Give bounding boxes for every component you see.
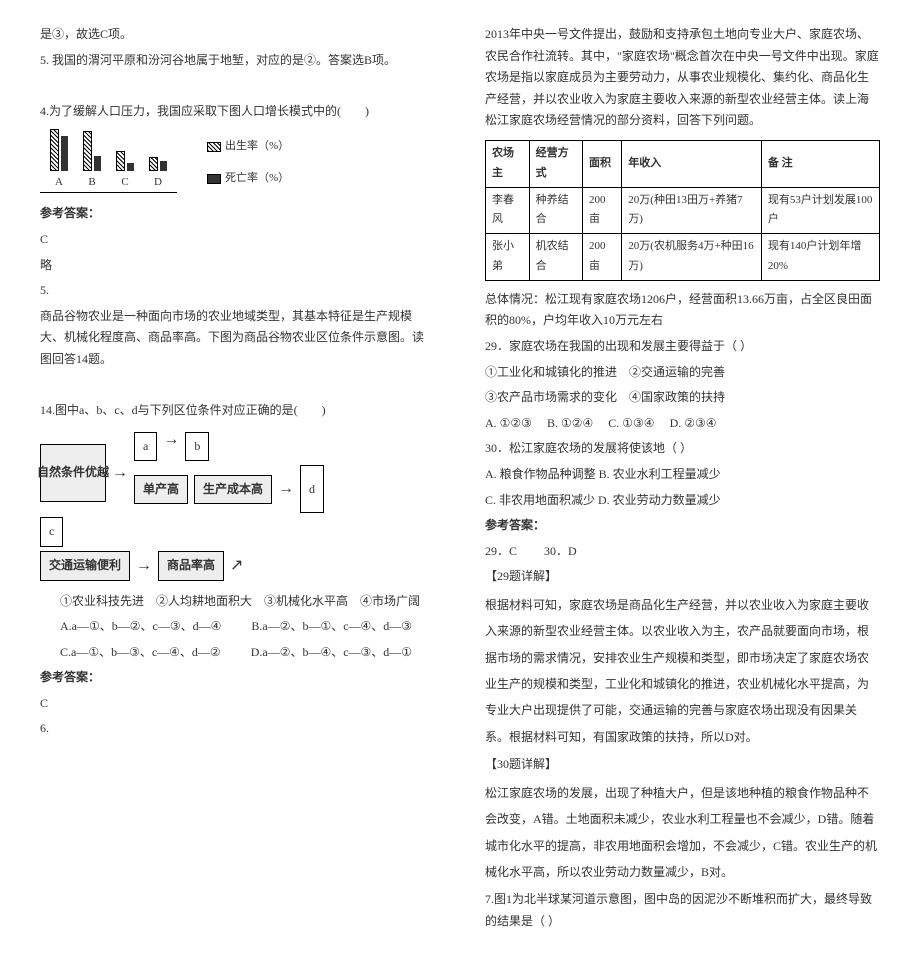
cell: 200亩 <box>582 187 621 234</box>
q14-opt-c: C.a—①、b—③、c—④、d—② <box>60 642 221 664</box>
arrow-icon: → <box>163 432 179 462</box>
bar-label-d: D <box>154 173 162 193</box>
cell: 现有140户计划年增20% <box>761 234 879 281</box>
q14-opt-a: A.a—①、b—②、c—③、d—④ <box>60 616 221 638</box>
ans-30: 30．D <box>544 544 577 558</box>
cell: 20万(农机服务4万+种田16万) <box>622 234 762 281</box>
box-c: c <box>40 517 63 547</box>
chart-legend: 出生率（%） 死亡率（%） <box>207 137 289 189</box>
exp29-text: 根据材料可知，家庭农场是商品化生产经营，并以农业收入为家庭主要收入来源的新型农业… <box>485 592 880 750</box>
exp30-text: 松江家庭农场的发展，出现了种植大户，但是该地种植的粮食作物品种不会改变，A错。土… <box>485 780 880 886</box>
cell: 20万(种田13田万+养猪7万) <box>622 187 762 234</box>
box-commodity: 商品率高 <box>158 551 224 581</box>
cell: 种养结合 <box>529 187 582 234</box>
question-4: 4.为了缓解人口压力，我国应采取下图人口增长模式中的( ) <box>40 101 435 123</box>
th-mode: 经营方式 <box>529 140 582 187</box>
q29-opt-c: C. ①③④ <box>608 416 654 430</box>
q29-opt-b: B. ①②④ <box>547 416 593 430</box>
answer-label-3: 参考答案： <box>485 515 880 537</box>
question-30: 30．松江家庭农场的发展将使该地（ ） <box>485 438 880 460</box>
answers-29-30: 29．C 30．D <box>485 541 880 563</box>
th-note: 备 注 <box>761 140 879 187</box>
arrow-icon: ↗ <box>230 558 243 574</box>
box-cost: 生产成本高 <box>194 475 272 505</box>
bar-label-b: B <box>88 173 95 193</box>
q14-opt-d: D.a—②、b—④、c—③、d—① <box>251 642 412 664</box>
answer-omit: 略 <box>40 255 435 277</box>
answer-14: C <box>40 693 435 715</box>
question-5-text: 商品谷物农业是一种面向市场的农业地域类型，其基本特征是生产规模大、机械化程度高、… <box>40 306 435 371</box>
table-header-row: 农场主 经营方式 面积 年收入 备 注 <box>486 140 880 187</box>
q29-line1: ①工业化和城镇化的推进 ②交通运输的完善 <box>485 362 880 384</box>
question-14: 14.图中a、b、c、d与下列区位条件对应正确的是( ) <box>40 400 435 422</box>
answer-label-2: 参考答案： <box>40 667 435 689</box>
q30-opt-d: D. 农业劳动力数量减少 <box>598 493 721 507</box>
cell: 张小弟 <box>486 234 530 281</box>
cell: 现有53户计划发展100户 <box>761 187 879 234</box>
answer-4: C <box>40 229 435 251</box>
q30-opt-b: B. 农业水利工程量减少 <box>599 467 721 481</box>
question-6: 6. <box>40 718 435 740</box>
box-b: b <box>185 432 209 462</box>
bar-chart: A B C D 出生率（%） 死亡率（%） <box>40 132 435 193</box>
answer-label-1: 参考答案： <box>40 203 435 225</box>
flow-diagram: 自然条件优越 → a → b 单产高 生产成本高 → d c 交通运输便利 <box>40 432 340 581</box>
question-29: 29．家庭农场在我国的出现和发展主要得益于（ ） <box>485 336 880 358</box>
arrow-icon: → <box>136 558 152 574</box>
q14-options-line: ①农业科技先进 ②人均耕地面积大 ③机械化水平高 ④市场广阔 <box>60 591 435 613</box>
bar-label-c: C <box>121 173 128 193</box>
table-row: 李春风 种养结合 200亩 20万(种田13田万+养猪7万) 现有53户计划发展… <box>486 187 880 234</box>
q29-opt-d: D. ②③④ <box>670 416 717 430</box>
intro-text-1: 是③，故选C项。 <box>40 24 435 46</box>
cell: 机农结合 <box>529 234 582 281</box>
q29-opt-a: A. ①②③ <box>485 416 532 430</box>
th-income: 年收入 <box>622 140 762 187</box>
farm-table: 农场主 经营方式 面积 年收入 备 注 李春风 种养结合 200亩 20万(种田… <box>485 140 880 281</box>
legend-birth-label: 出生率（%） <box>225 137 289 157</box>
right-intro: 2013年中央一号文件提出，鼓励和支持承包土地向专业大户、家庭农场、农民合作社流… <box>485 24 880 132</box>
question-7: 7.图1为北半球某河道示意图，图中岛的因泥沙不断堆积而扩大，最终导致的结果是（ … <box>485 889 880 932</box>
table-row: 张小弟 机农结合 200亩 20万(农机服务4万+种田16万) 现有140户计划… <box>486 234 880 281</box>
box-yield: 单产高 <box>134 475 188 505</box>
box-d: d <box>300 465 324 513</box>
q29-line2: ③农产品市场需求的变化 ④国家政策的扶持 <box>485 387 880 409</box>
q14-opt-b: B.a—②、b—①、c—④、d—③ <box>251 616 412 638</box>
intro-text-2: 5. 我国的渭河平原和汾河谷地属于地堑，对应的是②。答案选B项。 <box>40 50 435 72</box>
th-owner: 农场主 <box>486 140 530 187</box>
th-area: 面积 <box>582 140 621 187</box>
q30-options-2: C. 非农用地面积减少 D. 农业劳动力数量减少 <box>485 490 880 512</box>
death-rate-swatch <box>207 174 221 184</box>
cell: 李春风 <box>486 187 530 234</box>
table-summary: 总体情况：松江现有家庭农场1206户，经营面积13.66万亩，占全区良田面积的8… <box>485 289 880 332</box>
bar-label-a: A <box>55 173 63 193</box>
arrow-icon: → <box>278 481 294 497</box>
cell: 200亩 <box>582 234 621 281</box>
arrow-icon: → <box>112 465 128 481</box>
birth-rate-swatch <box>207 142 221 152</box>
exp30-header: 【30题详解】 <box>485 754 880 776</box>
box-transport: 交通运输便利 <box>40 551 130 581</box>
q29-options: A. ①②③ B. ①②④ C. ①③④ D. ②③④ <box>485 413 880 435</box>
box-natural: 自然条件优越 <box>40 444 106 502</box>
question-5-num: 5. <box>40 280 435 302</box>
exp29-header: 【29题详解】 <box>485 566 880 588</box>
legend-death-label: 死亡率（%） <box>225 169 289 189</box>
q30-opt-a: A. 粮食作物品种调整 <box>485 467 596 481</box>
ans-29: 29．C <box>485 544 517 558</box>
q30-opt-c: C. 非农用地面积减少 <box>485 493 595 507</box>
box-a: a <box>134 432 157 462</box>
q30-options-1: A. 粮食作物品种调整 B. 农业水利工程量减少 <box>485 464 880 486</box>
